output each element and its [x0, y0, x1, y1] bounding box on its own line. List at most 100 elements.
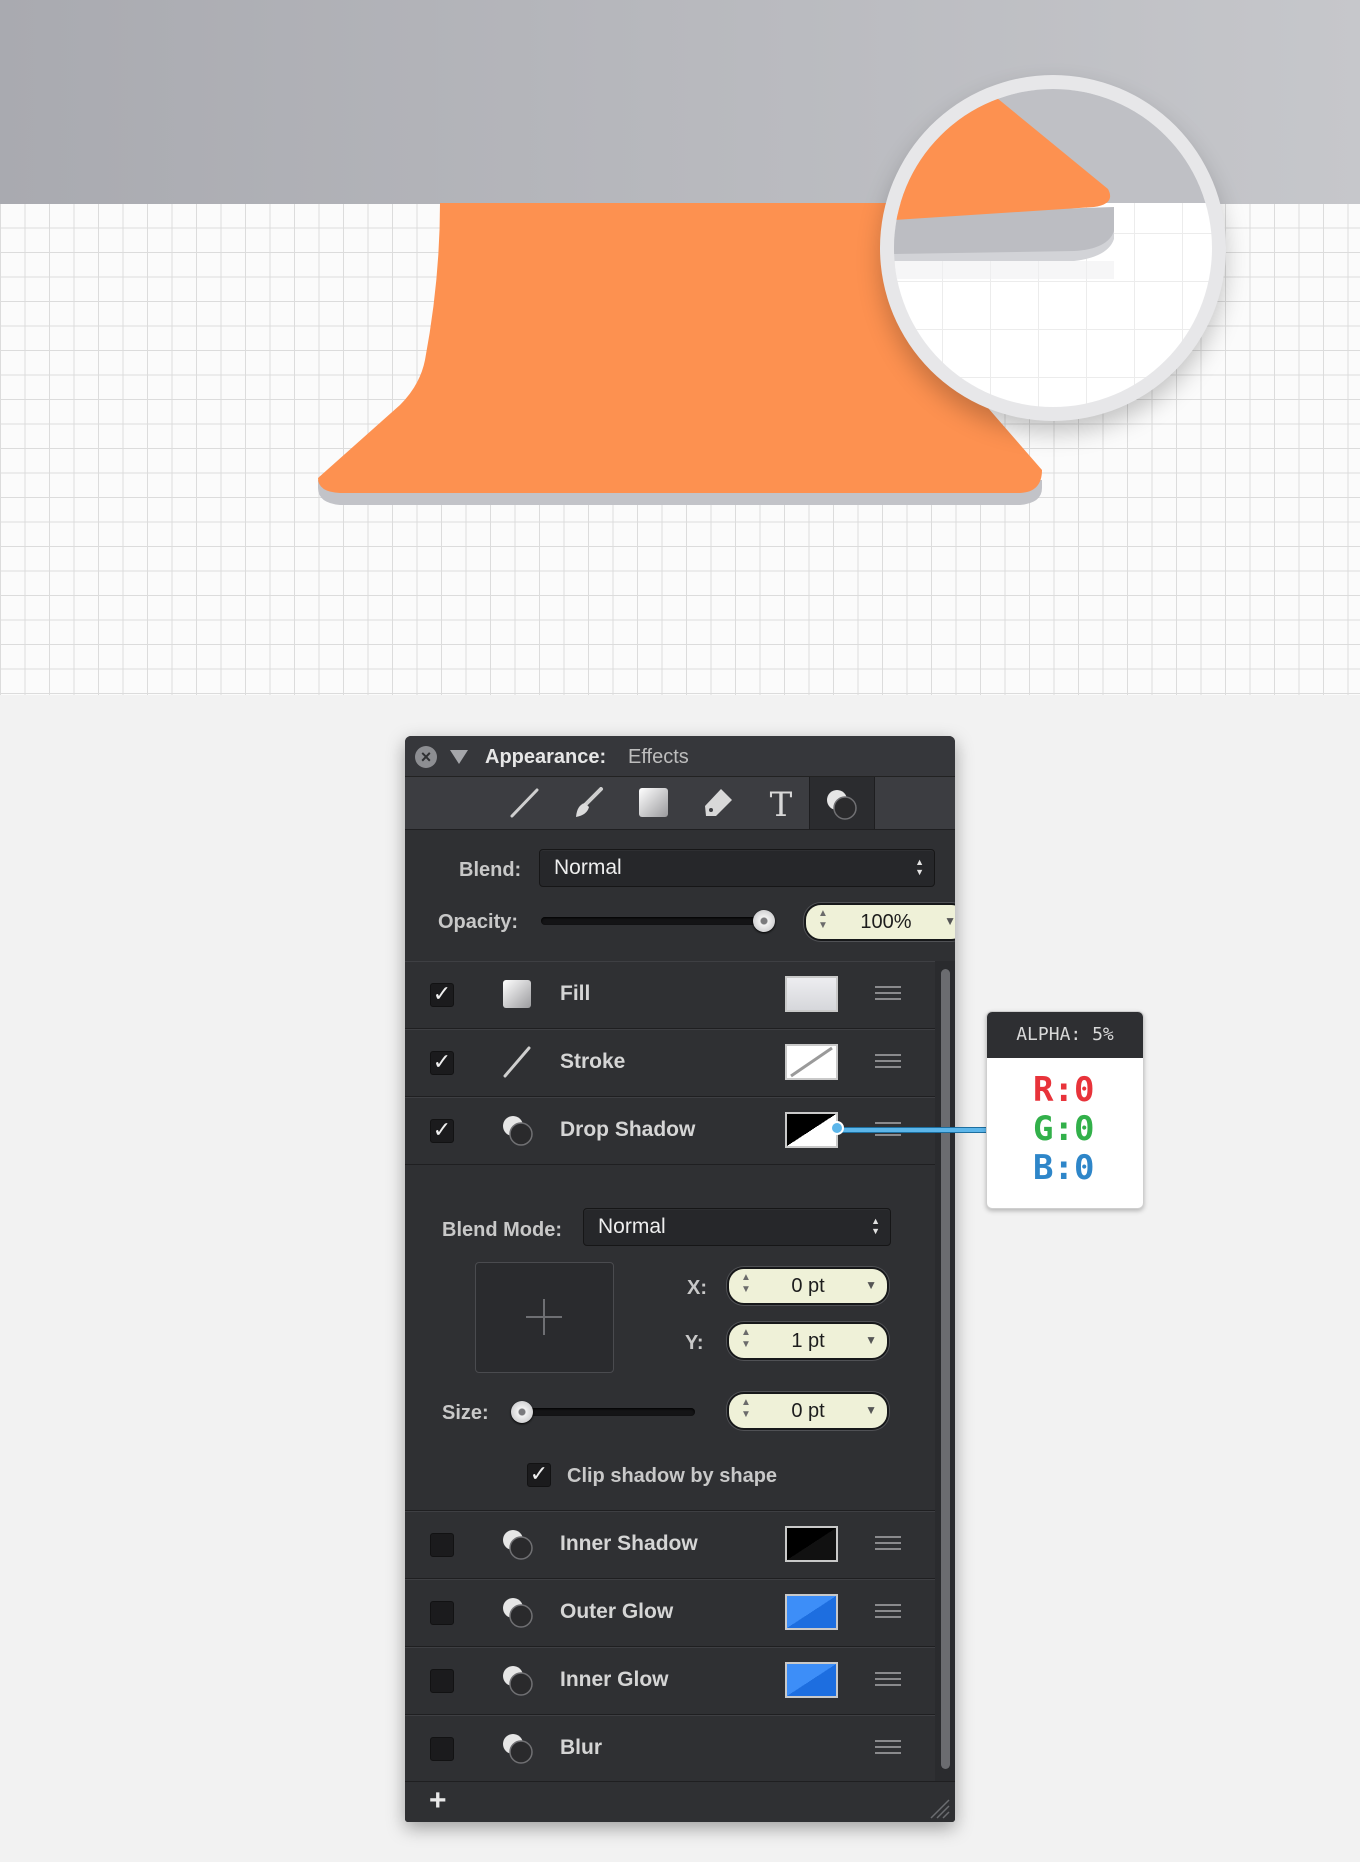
grip-icon[interactable]: [875, 1536, 901, 1550]
chevron-down-icon[interactable]: ▼: [944, 914, 955, 928]
fill-icon: [503, 980, 531, 1008]
outer-glow-color-swatch[interactable]: [785, 1594, 838, 1630]
drop-shadow-checkbox[interactable]: ✓: [430, 1119, 454, 1143]
size-value: 0 pt: [791, 1400, 825, 1422]
add-effect-button[interactable]: +: [429, 1784, 447, 1818]
effect-label: Stroke: [560, 1050, 626, 1073]
stroke-color-swatch[interactable]: [785, 1044, 838, 1080]
grip-icon[interactable]: [875, 986, 901, 1000]
brush-icon[interactable]: [557, 777, 621, 829]
y-value: 1 pt: [791, 1330, 825, 1352]
effect-row-blur[interactable]: Blur: [405, 1715, 935, 1784]
chevron-down-icon[interactable]: ▼: [865, 1333, 877, 1347]
effect-icon: [503, 1116, 533, 1146]
panel-subtitle: Effects: [628, 746, 689, 768]
blend-mode-value: Normal: [598, 1215, 666, 1238]
inner-glow-color-swatch[interactable]: [785, 1662, 838, 1698]
inner-shadow-checkbox[interactable]: [430, 1533, 454, 1557]
text-tool-icon[interactable]: T: [749, 777, 813, 829]
fill-checkbox[interactable]: ✓: [430, 983, 454, 1007]
y-label: Y:: [685, 1332, 704, 1354]
panel-titlebar: × Appearance: Effects: [405, 736, 955, 777]
blend-label: Blend:: [459, 859, 522, 881]
inner-glow-checkbox[interactable]: [430, 1669, 454, 1693]
green-value: G:0: [1033, 1109, 1095, 1149]
stroke-swatch-slash: [790, 1046, 833, 1078]
size-stepper[interactable]: ▲ ▼ 0 pt ▼: [727, 1392, 889, 1430]
canvas-area: [0, 0, 1360, 695]
effect-label: Drop Shadow: [560, 1118, 696, 1141]
pen-icon[interactable]: [685, 777, 749, 829]
effect-label: Inner Shadow: [560, 1532, 698, 1555]
line-tool-icon[interactable]: [493, 777, 557, 829]
size-slider[interactable]: [511, 1408, 695, 1416]
drop-shadow-settings: Blend Mode: Normal ▲ ▼ X: ▲ ▼ 0 pt ▼ Y: ▲…: [405, 1165, 935, 1512]
x-stepper[interactable]: ▲ ▼ 0 pt ▼: [727, 1267, 889, 1305]
blend-mode-select[interactable]: Normal ▲ ▼: [583, 1208, 891, 1246]
blue-value: B:0: [1033, 1148, 1095, 1188]
opacity-label: Opacity:: [438, 911, 519, 933]
effects-icon[interactable]: [809, 777, 875, 829]
blend-select[interactable]: Normal ▲ ▼: [539, 849, 935, 887]
clip-shadow-checkbox[interactable]: ✓: [527, 1463, 551, 1487]
opacity-stepper[interactable]: ▲ ▼ 100% ▼: [804, 903, 955, 941]
close-icon[interactable]: ×: [415, 746, 437, 768]
blend-select-value: Normal: [554, 856, 622, 879]
y-stepper[interactable]: ▲ ▼ 1 pt ▼: [727, 1322, 889, 1360]
blur-checkbox[interactable]: [430, 1737, 454, 1761]
inner-shadow-color-swatch[interactable]: [785, 1526, 838, 1562]
fill-color-swatch[interactable]: [785, 976, 838, 1012]
blend-mode-label: Blend Mode:: [442, 1219, 562, 1241]
alpha-label: ALPHA: 5%: [987, 1012, 1143, 1058]
size-label: Size:: [442, 1402, 489, 1424]
effect-label: Inner Glow: [560, 1668, 669, 1691]
effect-label: Outer Glow: [560, 1600, 674, 1623]
chevron-down-icon[interactable]: ▼: [865, 1403, 877, 1417]
grip-icon[interactable]: [875, 1054, 901, 1068]
effect-icon: [503, 1734, 533, 1764]
effect-row-outer-glow[interactable]: Outer Glow: [405, 1579, 935, 1648]
callout-anchor-dot: [830, 1121, 844, 1135]
chevron-down-icon[interactable]: ▼: [865, 1278, 877, 1292]
effect-icon: [503, 1666, 533, 1696]
magnified-edge: [894, 89, 1212, 279]
color-callout: ALPHA: 5% R:0 G:0 B:0: [986, 1011, 1144, 1209]
disclosure-triangle-icon[interactable]: [450, 750, 468, 764]
opacity-slider-knob[interactable]: [753, 910, 775, 932]
select-arrows-icon: ▲ ▼: [915, 857, 924, 877]
appearance-panel: × Appearance: Effects T Blend: Normal ▲ ▼…: [405, 736, 955, 1822]
resize-grip-icon[interactable]: [927, 1796, 951, 1820]
square-fill-icon[interactable]: [621, 777, 685, 829]
effect-row-stroke[interactable]: ✓ Stroke: [405, 1029, 935, 1098]
clip-shadow-label: Clip shadow by shape: [567, 1465, 778, 1487]
offset-pad[interactable]: [475, 1262, 614, 1373]
grip-icon[interactable]: [875, 1672, 901, 1686]
effect-icon: [503, 1598, 533, 1628]
scrollbar-thumb[interactable]: [941, 969, 950, 1769]
effect-icon: [503, 1530, 533, 1560]
svg-text:T: T: [770, 787, 793, 819]
panel-toolbar: T: [405, 777, 955, 830]
magnifier-lens: [894, 89, 1212, 407]
magnifier-callout: [880, 75, 1226, 421]
x-value: 0 pt: [791, 1275, 825, 1297]
effect-row-fill[interactable]: ✓ Fill: [405, 961, 935, 1030]
red-value: R:0: [1033, 1070, 1095, 1110]
size-slider-knob[interactable]: [511, 1401, 533, 1423]
effect-row-inner-glow[interactable]: Inner Glow: [405, 1647, 935, 1716]
panel-title: Appearance:: [485, 746, 607, 768]
opacity-slider[interactable]: [541, 917, 775, 925]
effect-label: Fill: [560, 982, 591, 1005]
effect-row-inner-shadow[interactable]: Inner Shadow: [405, 1511, 935, 1580]
grip-icon[interactable]: [875, 1740, 901, 1754]
outer-glow-checkbox[interactable]: [430, 1601, 454, 1625]
effect-label: Blur: [560, 1736, 602, 1759]
stroke-checkbox[interactable]: ✓: [430, 1051, 454, 1075]
opacity-value: 100%: [860, 911, 912, 933]
scrollbar[interactable]: [935, 961, 955, 1781]
callout-connector: [836, 1127, 986, 1133]
stroke-icon: [503, 1046, 531, 1078]
panel-footer: +: [405, 1781, 955, 1822]
grip-icon[interactable]: [875, 1604, 901, 1618]
select-arrows-icon: ▲ ▼: [871, 1216, 880, 1236]
